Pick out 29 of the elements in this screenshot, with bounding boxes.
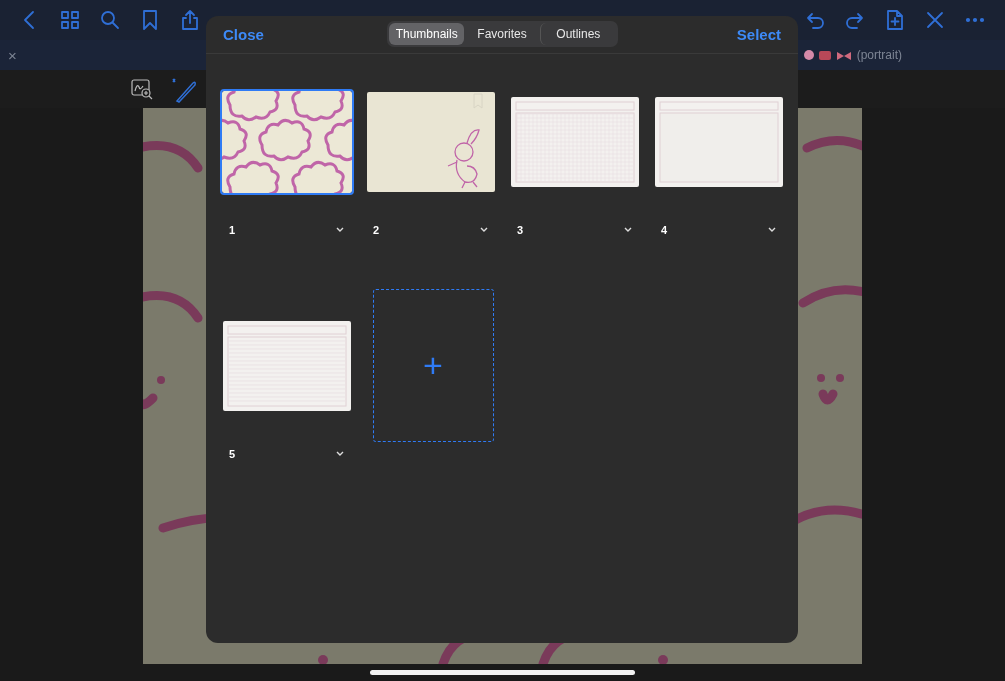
add-page-icon[interactable] — [884, 9, 906, 31]
view-tab[interactable]: Thumbnails — [389, 23, 465, 45]
close-icon[interactable] — [924, 9, 946, 31]
share-icon[interactable] — [179, 9, 201, 31]
search-icon[interactable] — [99, 9, 121, 31]
close-tab-button[interactable]: × — [8, 46, 17, 64]
page-number: 2 — [373, 224, 380, 236]
add-page-button[interactable]: + — [372, 289, 494, 442]
chevron-down-icon[interactable] — [624, 227, 632, 233]
page-thumbnail[interactable] — [655, 96, 783, 187]
chevron-down-icon[interactable] — [480, 227, 488, 233]
zoom-window-icon[interactable] — [131, 78, 153, 100]
close-button[interactable]: Close — [223, 26, 264, 43]
grid-icon[interactable] — [59, 9, 81, 31]
page-thumbnail[interactable] — [222, 90, 352, 193]
select-button[interactable]: Select — [736, 26, 781, 43]
page-thumbnail[interactable] — [223, 320, 351, 411]
page-thumbnail[interactable] — [367, 91, 495, 192]
chevron-down-icon[interactable] — [336, 451, 344, 457]
chevron-down-icon[interactable] — [336, 227, 344, 233]
chevron-down-icon[interactable] — [768, 227, 776, 233]
page-number: 3 — [517, 224, 524, 236]
tab-title[interactable]: (portrait) — [856, 48, 902, 62]
page-number: 4 — [661, 224, 668, 236]
page-number: 5 — [229, 448, 236, 460]
page-number: 1 — [229, 224, 236, 236]
view-tab[interactable]: Outlines — [539, 23, 616, 45]
view-tab[interactable]: Favorites — [464, 23, 540, 45]
page-thumbnail[interactable] — [511, 96, 639, 187]
